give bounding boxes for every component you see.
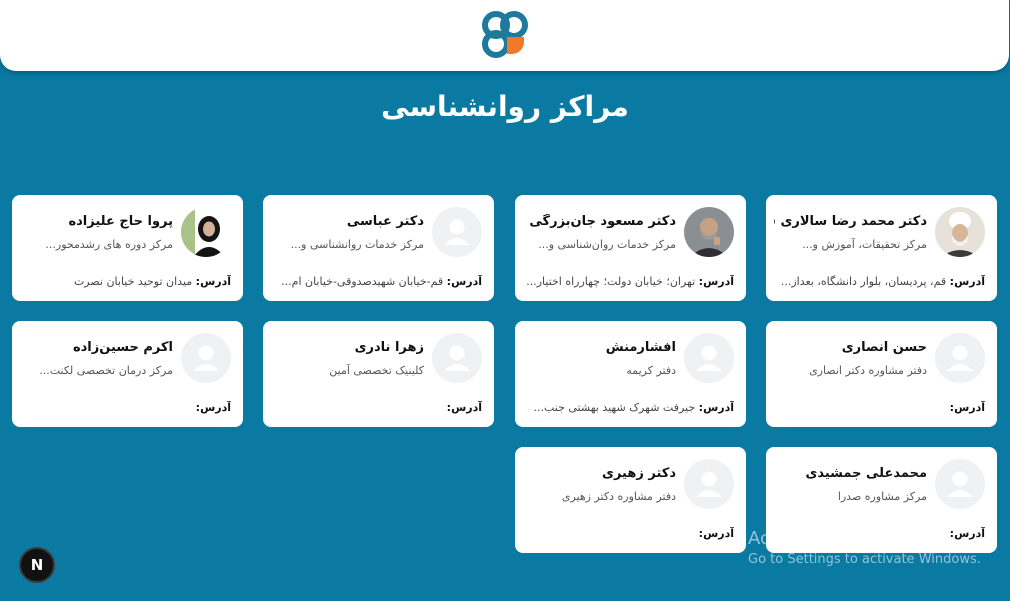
windows-activation-watermark: Activate Windows Go to Settings to activ… — [748, 528, 981, 570]
center-description: مرکز تحقیقات، آموزش و... — [802, 238, 927, 251]
center-description: مرکز درمان تخصصی لکنت... — [39, 364, 173, 377]
center-card[interactable]: دکتر مسعود جان‌بزرگی مرکز خدمات روان‌شناس… — [515, 195, 746, 301]
center-description: کلینیک تخصصی آمین — [329, 364, 424, 377]
center-description: مرکز دوره های رشدمحور... — [45, 238, 173, 251]
center-address: آدرس: میدان توحید خیابان نصرت — [20, 275, 231, 288]
center-description: مرکز خدمات روان‌شناسی و... — [538, 238, 676, 251]
profile-photo — [684, 207, 734, 257]
center-description: مرکز مشاوره صدرا — [837, 490, 927, 503]
address-value: جیرفت شهرک شهید بهشتی جنب... — [533, 401, 696, 414]
page-title: مراکز روانشناسی — [381, 90, 629, 123]
address-value: تهران؛ خیابان دولت؛ چهارراه اختیار... — [526, 275, 696, 288]
center-address: آدرس: — [271, 401, 482, 414]
center-card[interactable]: دکتر محمد رضا سالاری فر مرکز تحقیقات، آمو… — [766, 195, 997, 301]
center-name: حسن انصاری — [841, 340, 927, 355]
user-placeholder-icon — [432, 207, 482, 257]
center-name: افشارمنش — [605, 340, 676, 355]
address-label: آدرس: — [195, 401, 231, 414]
address-label: آدرس: — [446, 401, 482, 414]
address-label: آدرس: — [698, 401, 734, 414]
center-card[interactable]: اکرم حسین‌زاده مرکز درمان تخصصی لکنت... آد… — [12, 321, 243, 427]
center-address: آدرس: — [523, 527, 734, 540]
center-description: دفتر کریمه — [626, 364, 676, 377]
user-placeholder-icon — [684, 459, 734, 509]
center-card[interactable]: افشارمنش دفتر کریمه آدرس: جیرفت شهرک شهید … — [515, 321, 746, 427]
center-address: آدرس: — [20, 401, 231, 414]
center-card[interactable]: پروا حاج علیزاده مرکز دوره های رشدمحور...… — [12, 195, 243, 301]
user-placeholder-icon — [935, 459, 985, 509]
site-header — [0, 0, 1009, 71]
center-name: پروا حاج علیزاده — [68, 214, 173, 229]
center-name: دکتر عباسی — [346, 214, 424, 229]
center-name: دکتر زهیری — [602, 466, 676, 481]
user-placeholder-icon — [181, 333, 231, 383]
address-label: آدرس: — [698, 275, 734, 288]
profile-photo — [181, 207, 231, 257]
center-card[interactable]: زهرا نادری کلینیک تخصصی آمین آدرس: — [263, 321, 494, 427]
center-card[interactable]: دکتر زهیری دفتر مشاوره دکتر زهیری آدرس: — [515, 447, 746, 553]
center-name: اکرم حسین‌زاده — [72, 340, 173, 355]
center-card[interactable]: دکتر عباسی مرکز خدمات روانشناسی و... آدرس:… — [263, 195, 494, 301]
center-description: دفتر مشاوره دکتر زهیری — [561, 490, 676, 503]
address-value: قم، پردیسان، بلوار دانشگاه، بعداز... — [780, 275, 947, 288]
address-label: آدرس: — [949, 275, 985, 288]
watermark-title: Activate Windows — [748, 528, 908, 549]
nextjs-dev-badge[interactable]: N — [19, 547, 55, 583]
center-address: آدرس: قم-خیابان شهیدصدوقی-خیابان ام... — [271, 275, 482, 288]
profile-photo — [935, 207, 985, 257]
address-label: آدرس: — [698, 527, 734, 540]
user-placeholder-icon — [684, 333, 734, 383]
center-address: آدرس: تهران؛ خیابان دولت؛ چهارراه اختیار… — [523, 275, 734, 288]
address-label: آدرس: — [195, 275, 231, 288]
center-name: دکتر مسعود جان‌بزرگی — [529, 214, 676, 229]
brand-logo-icon[interactable] — [478, 8, 532, 62]
watermark-subtitle: Go to Settings to activate Windows. — [748, 552, 981, 567]
center-address: آدرس: جیرفت شهرک شهید بهشتی جنب... — [523, 401, 735, 414]
center-name: زهرا نادری — [354, 340, 424, 355]
address-value: میدان توحید خیابان نصرت — [73, 275, 193, 288]
center-address: آدرس: قم، پردیسان، بلوار دانشگاه، بعداز.… — [774, 275, 985, 288]
center-name: دکتر محمد رضا سالاری فر — [774, 214, 927, 229]
center-address: آدرس: — [774, 401, 985, 414]
center-description: دفتر مشاوره دکتر انصاری — [809, 364, 927, 377]
user-placeholder-icon — [935, 333, 985, 383]
address-label: آدرس: — [446, 275, 482, 288]
address-label: آدرس: — [949, 401, 985, 414]
user-placeholder-icon — [432, 333, 482, 383]
center-card[interactable]: حسن انصاری دفتر مشاوره دکتر انصاری آدرس: — [766, 321, 997, 427]
address-value: قم-خیابان شهیدصدوقی-خیابان ام... — [281, 275, 444, 288]
center-name: محمدعلی جمشیدی — [805, 466, 927, 481]
center-description: مرکز خدمات روانشناسی و... — [290, 238, 424, 251]
